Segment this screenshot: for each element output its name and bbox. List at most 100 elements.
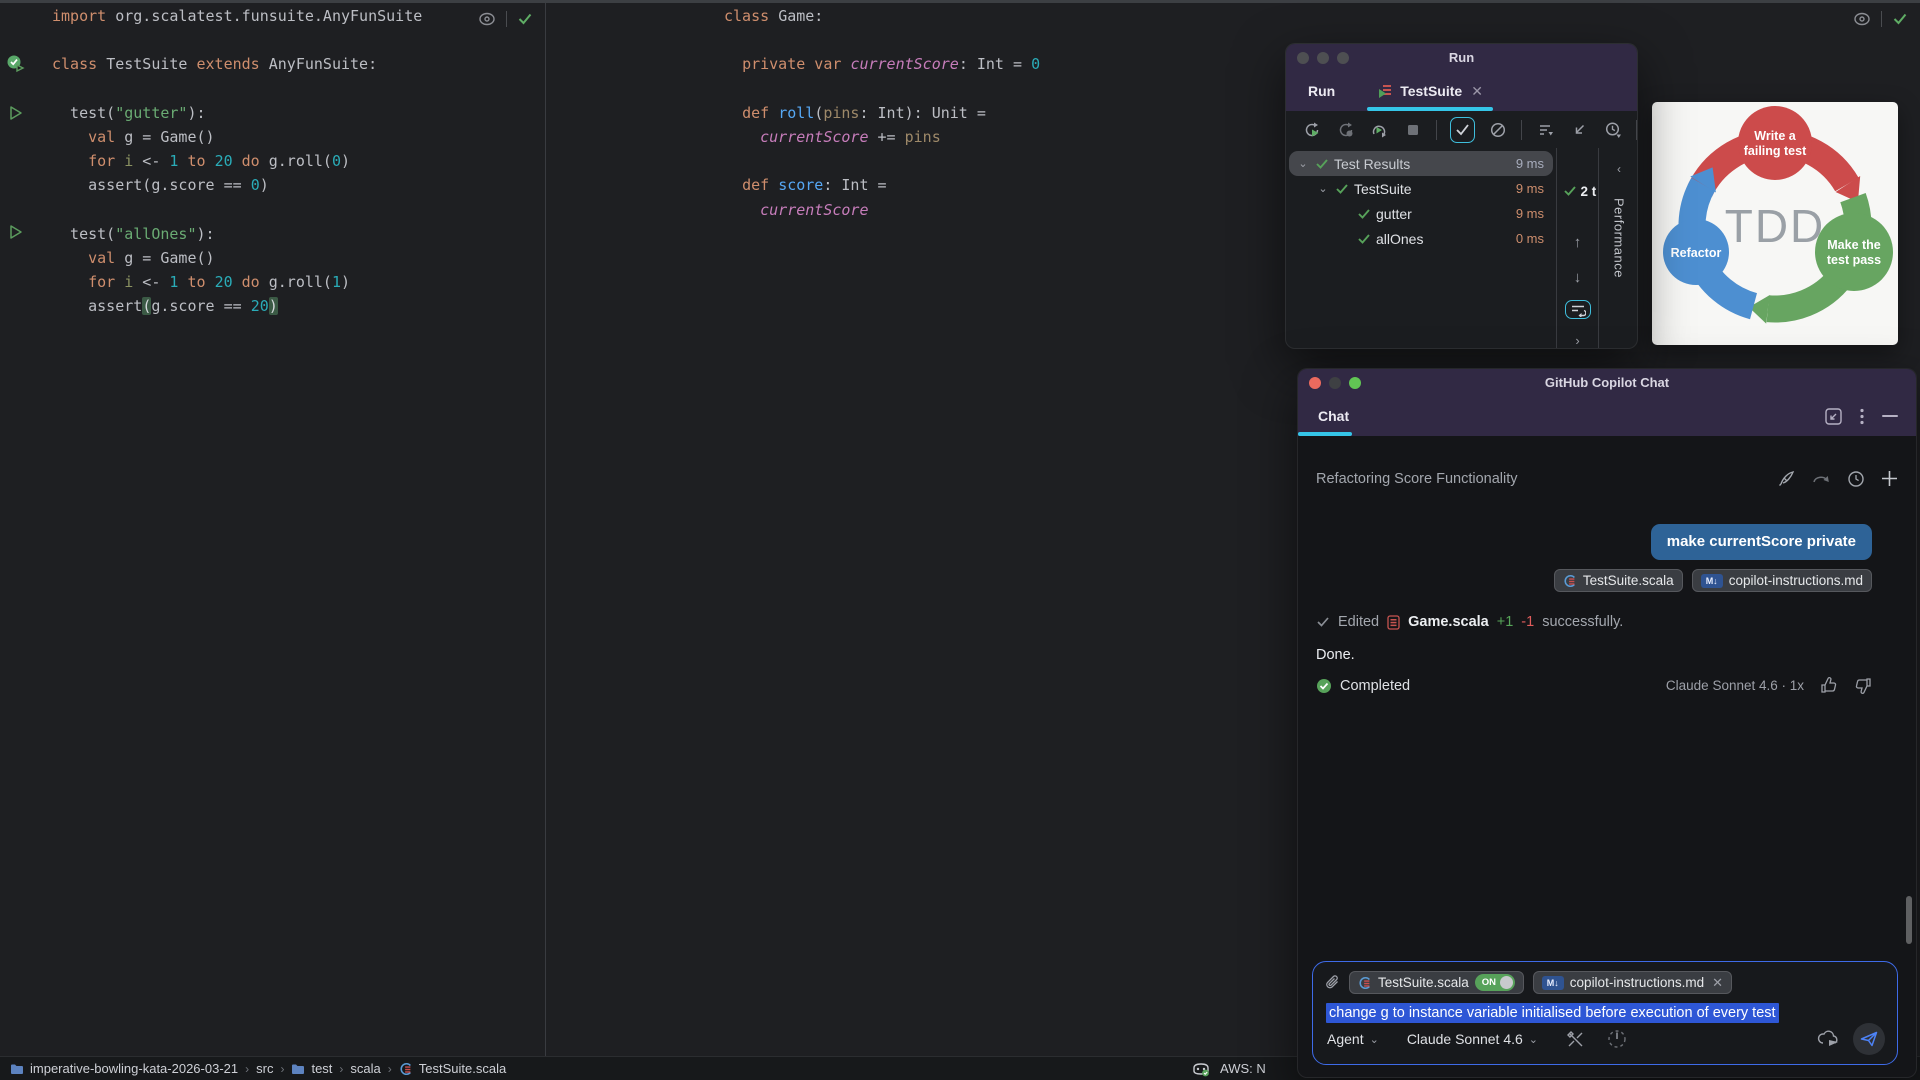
scala-file-icon [1563, 574, 1577, 588]
attach-icon[interactable] [1325, 974, 1340, 991]
chat-window-title: GitHub Copilot Chat [1298, 375, 1916, 390]
zoom-window-button[interactable] [1349, 377, 1361, 389]
active-tab-underline [1367, 107, 1493, 111]
more-options-icon[interactable] [1860, 408, 1864, 425]
sort-by-duration-button[interactable] [1535, 119, 1556, 141]
toggle-knob [1500, 976, 1513, 989]
run-window-titlebar[interactable]: Run [1286, 44, 1637, 71]
test-history-button[interactable] [1603, 119, 1624, 141]
mode-dropdown[interactable]: Agent⌄ [1327, 1031, 1379, 1047]
inspection-passed-icon[interactable] [1892, 12, 1908, 26]
tree-row-gutter[interactable]: gutter 9 ms [1289, 201, 1553, 226]
show-ignored-toggle[interactable] [1488, 119, 1509, 141]
thumbs-down-icon[interactable] [1854, 677, 1872, 694]
tdd-center-label: TDD [1725, 200, 1826, 252]
chevron-down-icon: ⌄ [1370, 1033, 1379, 1046]
breadcrumb-file[interactable]: TestSuite.scala [399, 1061, 506, 1076]
next-test-button[interactable]: ↓ [1574, 269, 1582, 286]
context-chip-instructions[interactable]: M↓ copilot-instructions.md [1692, 569, 1872, 592]
breadcrumb-separator-icon: › [388, 1062, 392, 1076]
breadcrumb-src[interactable]: src [256, 1061, 273, 1076]
inspection-eye-icon[interactable] [478, 12, 496, 26]
input-chip-testsuite[interactable]: TestSuite.scala ON [1349, 971, 1524, 994]
run-tool-label: Run [1308, 83, 1335, 99]
status-aws-text[interactable]: AWS: N [1220, 1061, 1266, 1076]
soft-wrap-toggle[interactable] [1565, 300, 1591, 319]
code-game[interactable]: class Game: private var currentScore: In… [724, 4, 1040, 222]
navigate-with-single-click-button[interactable] [1569, 119, 1590, 141]
send-button[interactable] [1853, 1023, 1885, 1055]
context-chip-testsuite[interactable]: TestSuite.scala [1554, 569, 1683, 592]
code-line [724, 77, 1040, 101]
minimize-window-button[interactable] [1329, 377, 1341, 389]
editor-pane-testsuite[interactable]: import org.scalatest.funsuite.AnyFunSuit… [0, 3, 545, 1056]
scala-file-icon [1358, 976, 1372, 990]
tools-icon[interactable] [1566, 1030, 1585, 1049]
open-in-editor-icon[interactable] [1825, 408, 1842, 425]
run-test-icon[interactable] [8, 105, 24, 121]
zoom-window-button[interactable] [1337, 52, 1349, 64]
show-passed-toggle[interactable] [1450, 117, 1474, 143]
tree-row-label: gutter [1376, 206, 1412, 222]
edited-file-link[interactable]: Game.scala [1408, 614, 1489, 630]
minimize-window-button[interactable] [1317, 52, 1329, 64]
collapse-icon[interactable]: ‹ [1617, 162, 1621, 176]
selected-input-text[interactable]: change g to instance variable initialise… [1326, 1003, 1779, 1023]
remove-chip-icon[interactable]: ✕ [1712, 975, 1723, 991]
chevron-down-icon: ⌄ [1529, 1033, 1538, 1046]
close-window-button[interactable] [1309, 377, 1321, 389]
context-on-toggle[interactable]: ON [1475, 974, 1515, 991]
breadcrumb-separator-icon: › [280, 1062, 284, 1076]
model-dropdown[interactable]: Claude Sonnet 4.6⌄ [1407, 1031, 1538, 1047]
tab-chat[interactable]: Chat [1298, 396, 1369, 436]
thumbs-up-icon[interactable] [1820, 677, 1838, 694]
breadcrumb-project[interactable]: imperative-bowling-kata-2026-03-21 [10, 1061, 238, 1076]
tree-row-time: 0 ms [1516, 231, 1544, 246]
rerun-failed-button[interactable] [1336, 119, 1357, 141]
hide-icon[interactable] [1882, 414, 1898, 418]
usage-gauge-icon[interactable] [1607, 1029, 1627, 1049]
chip-label: copilot-instructions.md [1570, 975, 1704, 990]
toolbar-divider [1636, 120, 1637, 140]
inspection-eye-icon[interactable] [1853, 12, 1871, 26]
rerun-button[interactable] [1302, 119, 1323, 141]
tree-row-test-results[interactable]: ⌄ Test Results 9 ms [1289, 151, 1553, 176]
breadcrumb-scala[interactable]: scala [350, 1061, 380, 1076]
run-test-icon[interactable] [8, 224, 24, 240]
breadcrumb-test[interactable]: test [291, 1061, 332, 1076]
copilot-status-icon[interactable] [1192, 1061, 1210, 1077]
stop-button[interactable] [1403, 119, 1424, 141]
code-line [52, 77, 422, 101]
performance-side-tab[interactable]: ‹ Performance [1598, 148, 1638, 348]
chat-input-container[interactable]: TestSuite.scala ON M↓ copilot-instructio… [1312, 961, 1898, 1065]
code-testsuite[interactable]: import org.scalatest.funsuite.AnyFunSuit… [52, 4, 422, 319]
chat-input-text[interactable]: change g to instance variable initialise… [1326, 1005, 1779, 1021]
chat-window-titlebar[interactable]: GitHub Copilot Chat [1298, 369, 1916, 396]
chevron-down-icon[interactable]: ⌄ [1316, 182, 1330, 195]
new-chat-icon[interactable] [1881, 470, 1898, 487]
toggle-auto-test-button[interactable] [1369, 119, 1390, 141]
code-line [724, 28, 1040, 52]
editor-split-handle[interactable] [545, 3, 546, 1056]
run-class-passed-icon[interactable] [6, 54, 26, 74]
chat-scrollbar-thumb[interactable] [1906, 896, 1912, 944]
quill-icon[interactable] [1777, 469, 1796, 488]
inspection-passed-icon[interactable] [517, 12, 533, 26]
redo-icon[interactable] [1812, 472, 1831, 486]
tree-row-time: 9 ms [1516, 206, 1544, 221]
expand-strip-icon[interactable]: › [1575, 333, 1579, 348]
tree-row-label: TestSuite [1354, 181, 1412, 197]
run-tool-window: Run Run TestSuite ✕ [1285, 43, 1638, 349]
tab-testsuite[interactable]: TestSuite ✕ [1367, 71, 1493, 111]
close-tab-icon[interactable]: ✕ [1471, 83, 1483, 100]
tree-row-testsuite[interactable]: ⌄ TestSuite 9 ms [1289, 176, 1553, 201]
tab-label: Chat [1318, 408, 1349, 424]
previous-test-button[interactable]: ↑ [1574, 234, 1582, 251]
test-passed-icon [1357, 208, 1371, 220]
chevron-down-icon[interactable]: ⌄ [1296, 157, 1310, 170]
cloud-send-icon[interactable] [1817, 1030, 1841, 1048]
history-icon[interactable] [1847, 470, 1865, 488]
close-window-button[interactable] [1297, 52, 1309, 64]
input-chip-instructions[interactable]: M↓ copilot-instructions.md ✕ [1533, 971, 1732, 994]
tree-row-allones[interactable]: allOnes 0 ms [1289, 226, 1553, 251]
